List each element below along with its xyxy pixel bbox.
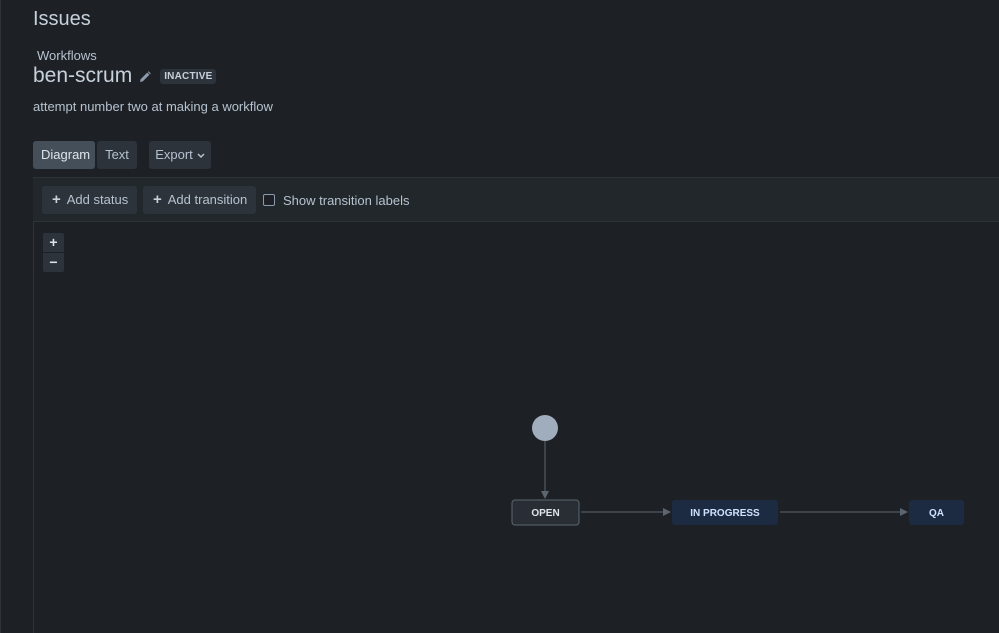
- status-node-open[interactable]: OPEN: [511, 499, 580, 526]
- status-badge: INACTIVE: [160, 68, 217, 84]
- show-transition-labels-checkbox[interactable]: [263, 194, 275, 206]
- start-node[interactable]: [532, 415, 558, 441]
- status-node-label: IN PROGRESS: [690, 508, 760, 519]
- add-transition-label: Add transition: [167, 192, 248, 207]
- diagram-toolbar: + Add status + Add transition Show trans…: [33, 177, 999, 222]
- page-title: Issues: [33, 8, 91, 30]
- pencil-icon[interactable]: [139, 70, 152, 82]
- add-transition-button[interactable]: + Add transition: [143, 186, 257, 214]
- workflow-diagram: OPEN IN PROGRESS QA: [511, 415, 964, 526]
- workflow-diagram-canvas[interactable]: + − OPEN IN PROGRESS QA: [33, 222, 999, 633]
- status-node-label: QA: [929, 508, 944, 519]
- add-status-label: Add status: [66, 192, 129, 207]
- show-transition-labels-label: Show transition labels: [283, 192, 410, 208]
- export-label: Export: [155, 147, 193, 162]
- export-dropdown[interactable]: Export: [149, 141, 211, 169]
- chevron-down-icon: [197, 141, 205, 169]
- left-divider: [0, 0, 1, 633]
- breadcrumb-workflows[interactable]: Workflows: [37, 48, 97, 63]
- status-node-in-progress[interactable]: IN PROGRESS: [672, 500, 778, 525]
- workflow-description: attempt number two at making a workflow: [33, 99, 273, 114]
- add-status-button[interactable]: + Add status: [42, 186, 138, 214]
- show-transition-labels-toggle[interactable]: Show transition labels: [263, 186, 409, 214]
- workflow-title-row: ben-scrum INACTIVE: [33, 64, 217, 88]
- plus-icon: +: [153, 191, 162, 208]
- tab-text[interactable]: Text: [97, 141, 137, 169]
- workflow-name: ben-scrum: [33, 64, 133, 87]
- tab-diagram[interactable]: Diagram: [33, 141, 95, 169]
- plus-icon: +: [52, 191, 61, 208]
- status-node-label: OPEN: [531, 508, 559, 519]
- status-node-qa[interactable]: QA: [909, 500, 964, 525]
